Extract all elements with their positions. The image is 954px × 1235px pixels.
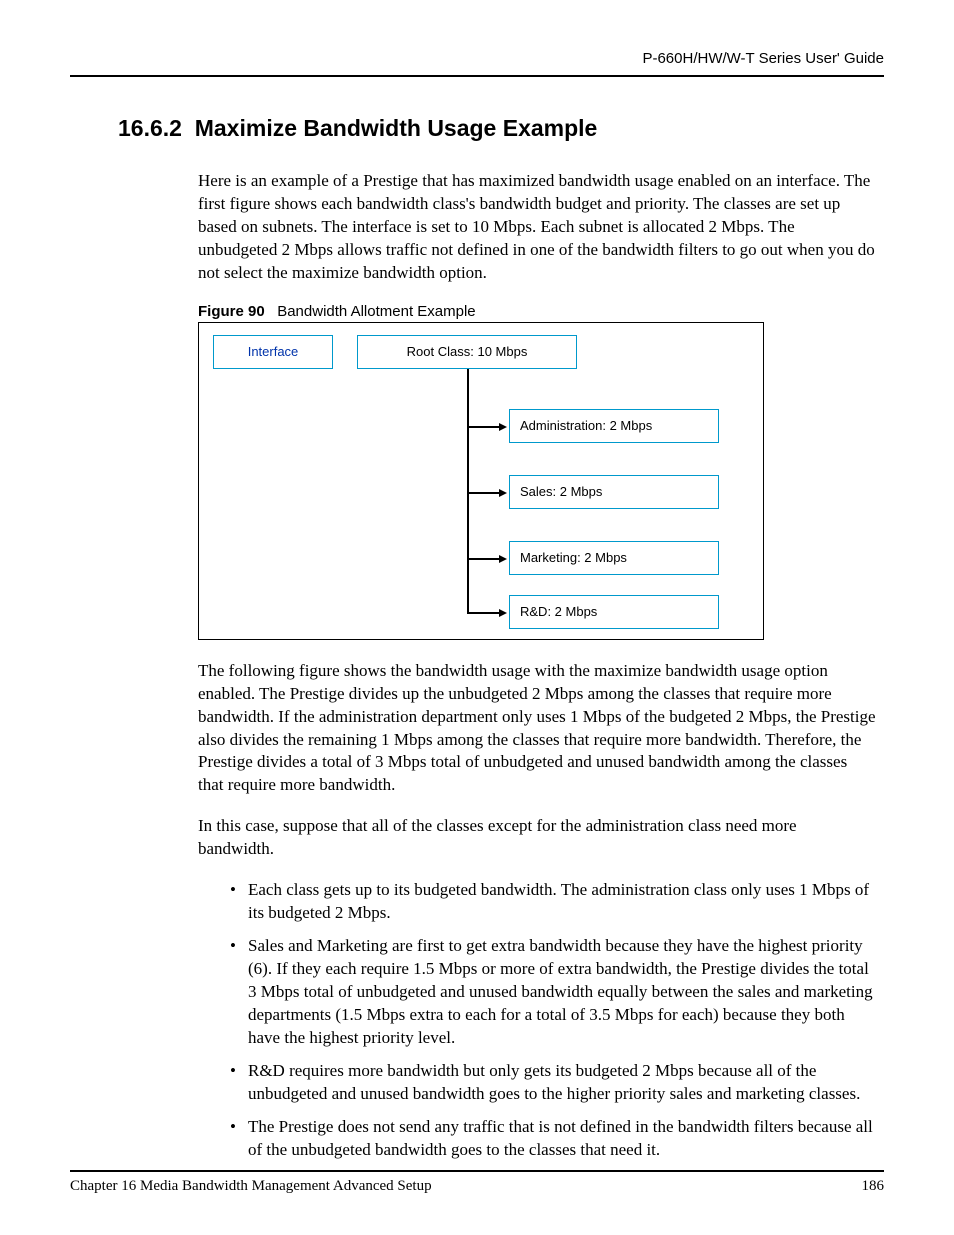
- footer-chapter: Chapter 16 Media Bandwidth Management Ad…: [70, 1178, 432, 1195]
- list-item: The Prestige does not send any traffic t…: [230, 1116, 876, 1162]
- list-item: Sales and Marketing are first to get ext…: [230, 935, 876, 1050]
- admin-label: Administration: 2 Mbps: [520, 418, 652, 433]
- root-class-label: Root Class: 10 Mbps: [407, 344, 528, 359]
- marketing-label: Marketing: 2 Mbps: [520, 550, 627, 565]
- rnd-label: R&D: 2 Mbps: [520, 604, 597, 619]
- figure-caption-text: Bandwidth Allotment Example: [277, 303, 475, 320]
- bullet-list: Each class gets up to its budgeted bandw…: [230, 879, 876, 1161]
- interface-box: Interface: [213, 335, 333, 369]
- connector-line: [467, 612, 501, 614]
- sales-box: Sales: 2 Mbps: [509, 475, 719, 509]
- arrow-icon: [499, 609, 507, 617]
- arrow-icon: [499, 489, 507, 497]
- page-footer: Chapter 16 Media Bandwidth Management Ad…: [70, 1170, 884, 1195]
- sales-label: Sales: 2 Mbps: [520, 484, 602, 499]
- section-number: 16.6.2: [118, 115, 182, 141]
- header-rule: [70, 75, 884, 77]
- connector-line: [467, 369, 469, 612]
- rnd-box: R&D: 2 Mbps: [509, 595, 719, 629]
- footer-rule: [70, 1170, 884, 1172]
- connector-line: [467, 558, 501, 560]
- bandwidth-allotment-diagram: Interface Root Class: 10 Mbps Administra…: [198, 322, 764, 640]
- list-item: Each class gets up to its budgeted bandw…: [230, 879, 876, 925]
- connector-line: [467, 426, 501, 428]
- admin-box: Administration: 2 Mbps: [509, 409, 719, 443]
- suppose-paragraph: In this case, suppose that all of the cl…: [198, 815, 876, 861]
- footer-page-number: 186: [862, 1178, 885, 1195]
- page-header: P-660H/HW/W-T Series User' Guide: [70, 50, 884, 67]
- section-heading: 16.6.2 Maximize Bandwidth Usage Example: [118, 115, 884, 142]
- figure-label: Figure 90: [198, 303, 265, 320]
- section-title: Maximize Bandwidth Usage Example: [195, 115, 598, 141]
- after-figure-paragraph: The following figure shows the bandwidth…: [198, 660, 876, 798]
- arrow-icon: [499, 423, 507, 431]
- intro-paragraph: Here is an example of a Prestige that ha…: [198, 170, 876, 285]
- root-class-box: Root Class: 10 Mbps: [357, 335, 577, 369]
- interface-box-label: Interface: [248, 344, 299, 359]
- connector-line: [467, 492, 501, 494]
- arrow-icon: [499, 555, 507, 563]
- guide-title: P-660H/HW/W-T Series User' Guide: [642, 50, 884, 67]
- figure-caption: Figure 90 Bandwidth Allotment Example: [198, 303, 884, 320]
- marketing-box: Marketing: 2 Mbps: [509, 541, 719, 575]
- list-item: R&D requires more bandwidth but only get…: [230, 1060, 876, 1106]
